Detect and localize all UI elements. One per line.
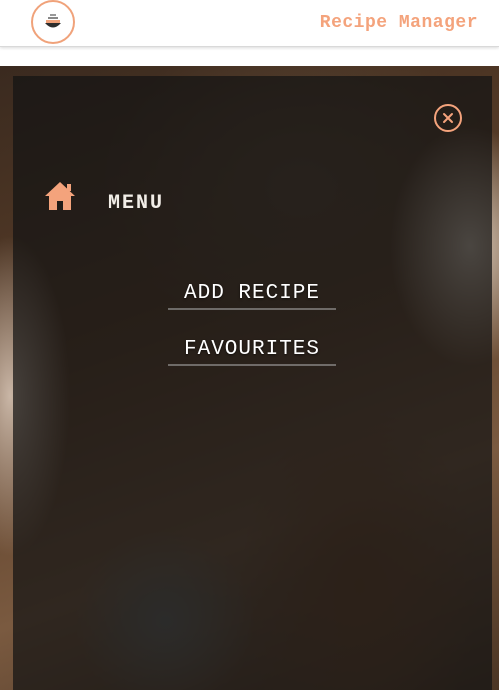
add-recipe-link[interactable]: ADD RECIPE [168,282,336,310]
close-icon [443,113,453,123]
favourites-link[interactable]: FAVOURITES [168,338,336,366]
menu-overlay: MENU ADD RECIPE FAVOURITES [13,76,492,690]
cooking-pot-icon [45,14,61,28]
close-menu-button[interactable] [434,104,462,132]
top-navbar: Recipe Manager [0,0,499,47]
app-title: Recipe Manager [319,13,478,33]
home-icon[interactable] [43,180,77,212]
app-logo[interactable] [31,0,75,44]
menu-title: MENU [108,192,165,215]
